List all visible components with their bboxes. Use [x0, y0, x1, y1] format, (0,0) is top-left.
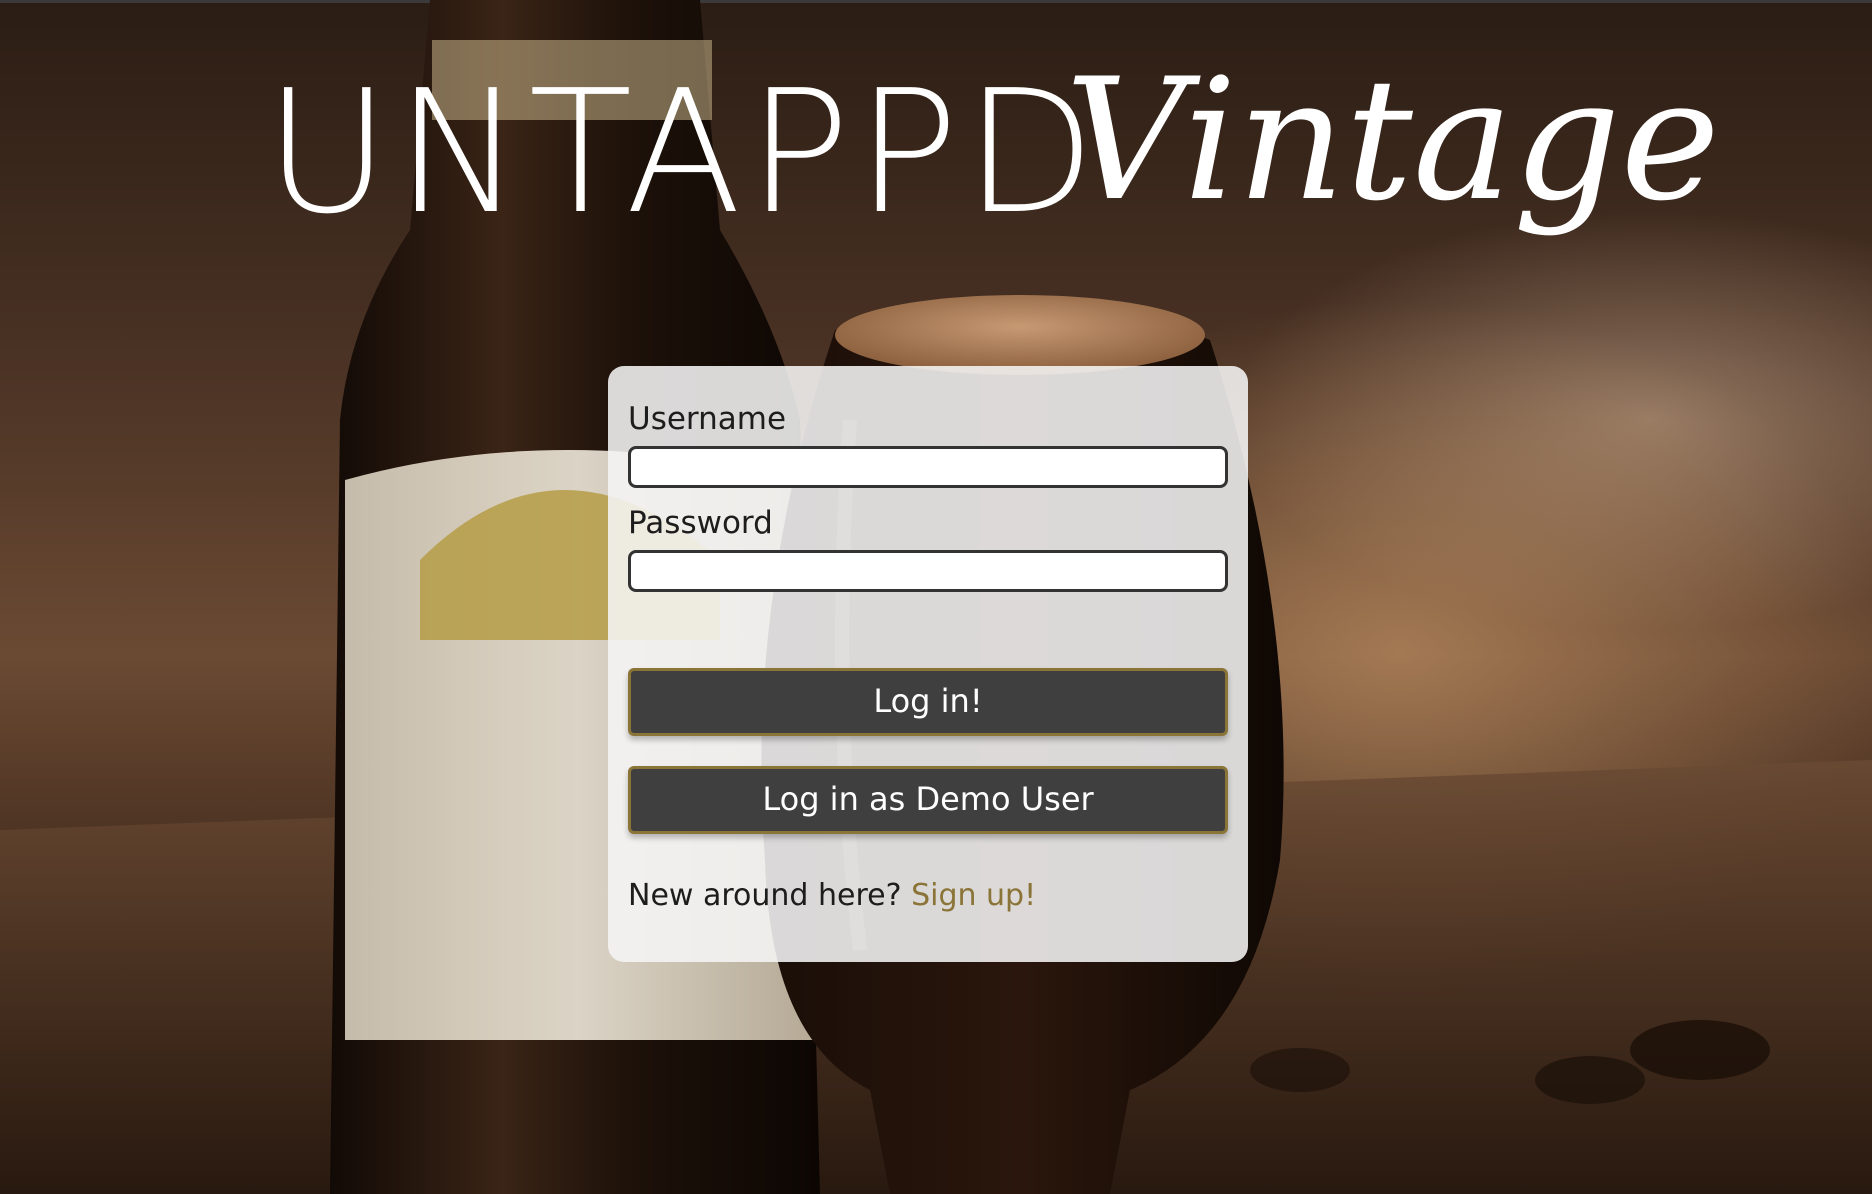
login-form: Username Password Log in! Log in as Demo…	[608, 366, 1248, 962]
logo-script-text: Vintage	[1065, 42, 1720, 238]
password-label: Password	[628, 505, 773, 541]
demo-login-button[interactable]: Log in as Demo User	[628, 766, 1228, 834]
username-input[interactable]	[628, 446, 1228, 488]
app-logo: UNTAPPD Vintage	[265, 48, 1720, 328]
login-button[interactable]: Log in!	[628, 668, 1228, 736]
password-input[interactable]	[628, 550, 1228, 592]
login-page: UNTAPPD Vintage Username Password Log in…	[0, 0, 1872, 1194]
username-label: Username	[628, 401, 787, 437]
signup-prompt: New around here?	[628, 878, 902, 913]
signup-row: New around here? Sign up!	[628, 878, 1228, 913]
signup-link[interactable]: Sign up!	[911, 878, 1036, 913]
logo-main-text: UNTAPPD	[265, 54, 1102, 252]
